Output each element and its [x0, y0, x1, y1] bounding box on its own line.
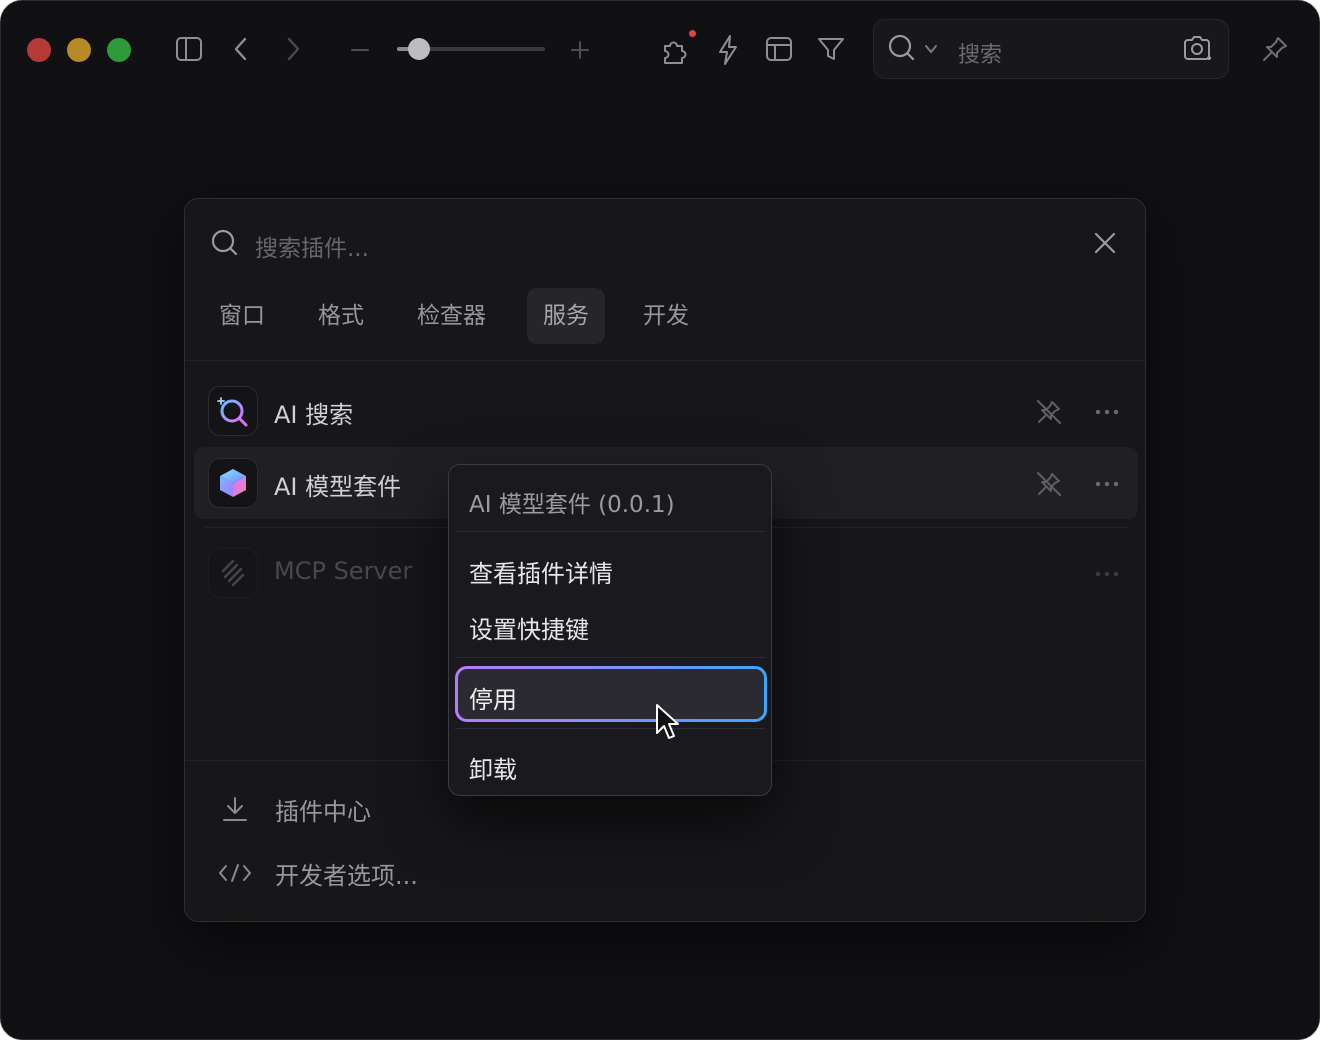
menu-separator [455, 531, 765, 532]
tab-services[interactable]: 服务 [527, 288, 605, 344]
developer-options-label: 开发者选项... [275, 861, 418, 890]
plugin-search-input[interactable]: 搜索插件... [255, 229, 369, 263]
disable-plugin-label: 停用 [469, 686, 517, 714]
sidebar-toggle-icon[interactable] [171, 31, 207, 67]
close-window-button[interactable] [27, 38, 51, 62]
search-icon [886, 32, 918, 64]
zoom-slider-handle[interactable] [408, 38, 431, 60]
notification-dot [689, 30, 696, 37]
ai-model-cube-icon [208, 458, 258, 508]
screenshot-search-icon[interactable] [1180, 32, 1214, 66]
back-icon[interactable] [225, 31, 257, 67]
minimize-window-button[interactable] [67, 38, 91, 62]
disable-plugin-item[interactable]: 停用 [455, 666, 767, 722]
ai-search-icon [208, 386, 258, 436]
more-options-icon[interactable] [1092, 469, 1122, 499]
maximize-window-button[interactable] [107, 38, 131, 62]
pin-window-icon[interactable] [1257, 31, 1293, 67]
plugin-label: AI 搜索 [274, 401, 354, 429]
top-search-bar[interactable]: 搜索 [873, 19, 1229, 79]
app-window: 搜索 搜索插件... 窗口 格式 检查器 服务 开发 AI 搜索 AI 模型套件… [0, 0, 1320, 1040]
mouse-cursor-icon [655, 703, 681, 747]
developer-options-link[interactable]: 开发者选项... [215, 853, 418, 893]
plugin-center-label: 插件中心 [275, 797, 371, 826]
tab-window[interactable]: 窗口 [203, 288, 281, 344]
plugin-search-icon [209, 227, 241, 259]
menu-separator [455, 728, 765, 729]
tab-develop[interactable]: 开发 [627, 288, 705, 344]
forward-icon[interactable] [277, 31, 309, 67]
plugin-label: MCP Server [274, 557, 413, 585]
more-options-icon[interactable] [1092, 559, 1122, 589]
tab-inspector[interactable]: 检查器 [401, 288, 502, 344]
mcp-server-icon [208, 548, 258, 598]
unpin-icon[interactable] [1034, 469, 1064, 499]
layout-icon[interactable] [761, 31, 797, 67]
top-search-placeholder: 搜索 [958, 43, 1003, 68]
zoom-out-icon[interactable] [347, 37, 373, 63]
chevron-down-icon[interactable] [922, 40, 940, 58]
download-icon [215, 795, 255, 823]
context-menu-title: AI 模型套件 (0.0.1) [469, 492, 675, 518]
plugin-label: AI 模型套件 [274, 473, 402, 501]
close-icon[interactable] [1091, 229, 1119, 257]
uninstall-plugin-item[interactable]: 卸载 [469, 750, 517, 785]
plugin-row-ai-search[interactable]: AI 搜索 [194, 375, 1138, 447]
unpin-icon[interactable] [1034, 397, 1064, 427]
code-icon [215, 861, 255, 885]
tab-format[interactable]: 格式 [302, 288, 380, 344]
plugin-center-link[interactable]: 插件中心 [215, 789, 371, 829]
tabs-divider [185, 360, 1145, 361]
more-options-icon[interactable] [1092, 397, 1122, 427]
view-plugin-details-item[interactable]: 查看插件详情 [469, 554, 613, 589]
lightning-icon[interactable] [711, 31, 745, 69]
filter-icon[interactable] [813, 31, 849, 67]
toolbar: 搜索 [1, 1, 1319, 97]
zoom-in-icon[interactable] [567, 37, 593, 63]
menu-separator [455, 657, 765, 658]
plugin-context-menu: AI 模型套件 (0.0.1) 查看插件详情 设置快捷键 停用 卸载 [448, 464, 772, 796]
set-shortcut-item[interactable]: 设置快捷键 [469, 610, 589, 645]
plugin-puzzle-icon[interactable] [657, 31, 695, 69]
